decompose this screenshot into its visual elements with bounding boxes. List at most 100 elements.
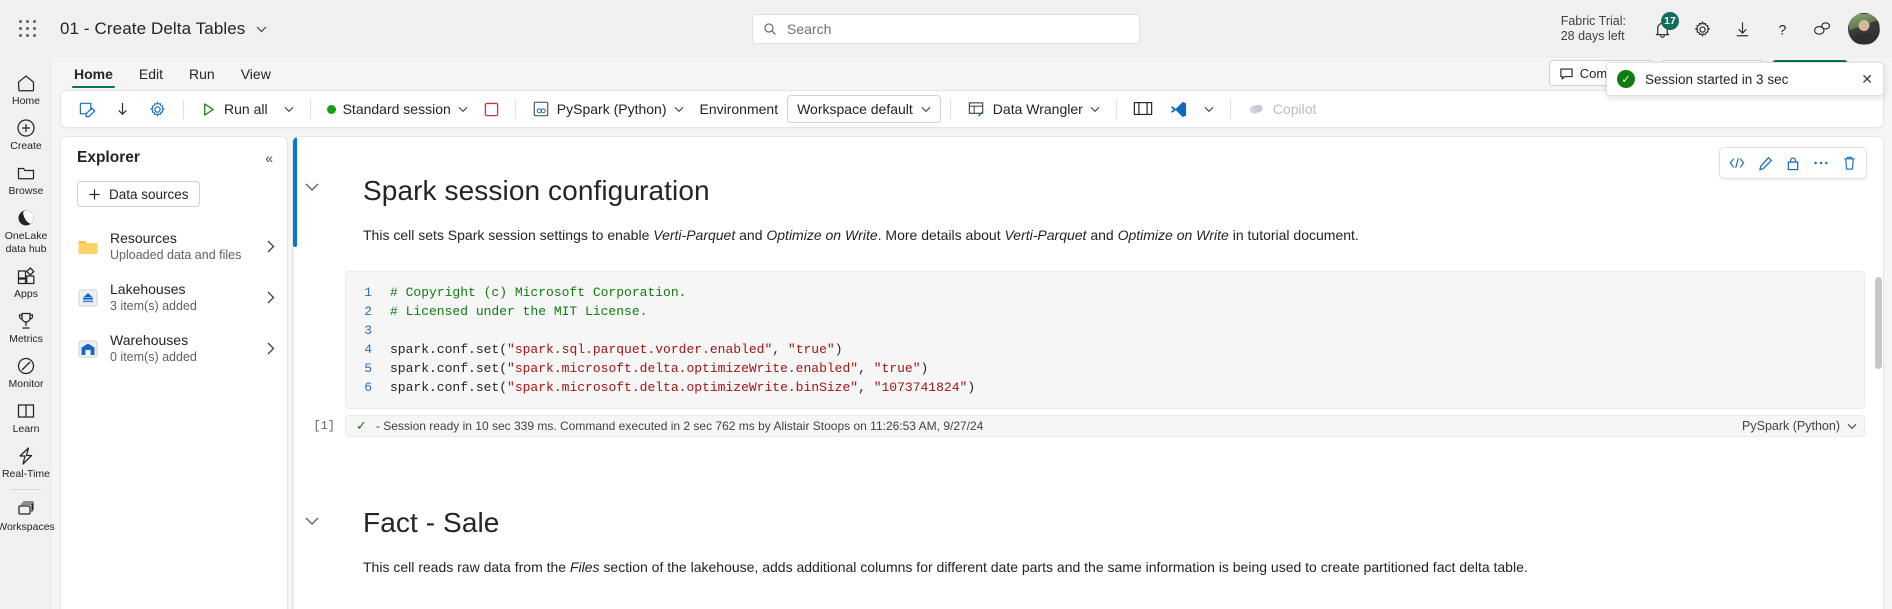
play-triangle-icon xyxy=(204,102,214,116)
chevron-right-icon[interactable] xyxy=(267,240,275,253)
rail-item-home[interactable]: Home xyxy=(0,66,52,111)
rail-item-learn[interactable]: Learn xyxy=(0,394,52,439)
toast-message: Session started in 3 sec xyxy=(1645,71,1789,87)
double-chevron-left-icon[interactable]: « xyxy=(265,150,273,166)
code-line-text: spark.conf.set("spark.sql.parquet.vorder… xyxy=(390,340,843,359)
download-icon[interactable] xyxy=(1722,9,1762,49)
app-launcher-icon[interactable] xyxy=(14,15,42,43)
help-question-icon[interactable]: ? xyxy=(1762,9,1802,49)
chevron-down-icon xyxy=(674,106,683,112)
code-token: ) xyxy=(834,342,843,357)
copilot-button[interactable]: Copilot xyxy=(1240,95,1324,123)
global-search[interactable] xyxy=(752,14,1140,44)
data-wrangler-button[interactable]: Data Wrangler xyxy=(960,95,1107,123)
markdown-block-2: Fact - Sale This cell reads raw data fro… xyxy=(293,497,1883,577)
code-token: "spark.sql.parquet.vorder.enabled" xyxy=(507,342,773,357)
explorer-item-warehouses[interactable]: Warehouses 0 item(s) added xyxy=(61,323,287,374)
tab-run[interactable]: Run xyxy=(177,64,227,88)
rail-item-monitor[interactable]: Monitor xyxy=(0,349,52,394)
rail-item-browse[interactable]: Browse xyxy=(0,156,52,201)
divider xyxy=(949,99,951,119)
cell-heading: Fact - Sale xyxy=(363,507,500,538)
close-x-icon[interactable]: ✕ xyxy=(1861,71,1873,88)
rail-label: Browse xyxy=(8,185,44,197)
explorer-item-title: Warehouses xyxy=(110,332,189,348)
add-data-sources-button[interactable]: Data sources xyxy=(77,181,200,207)
rail-item-onelake-data-hub[interactable]: OneLake data hub xyxy=(0,201,52,259)
chevron-right-icon[interactable] xyxy=(267,342,275,355)
rail-item-apps[interactable]: Apps xyxy=(0,259,52,304)
vertical-scrollbar-thumb[interactable] xyxy=(1875,277,1882,369)
avatar[interactable] xyxy=(1848,13,1880,45)
run-all-dropdown[interactable] xyxy=(277,95,301,123)
environment-button[interactable]: Environment xyxy=(693,95,786,123)
language-selector[interactable]: PySpark (Python) xyxy=(525,95,691,123)
cell-paragraph: This cell reads raw data from the Files … xyxy=(363,557,1883,577)
rail-item-workspaces[interactable]: Workspaces xyxy=(0,492,55,537)
apps-grid-icon xyxy=(17,267,35,285)
chevron-down-icon[interactable] xyxy=(305,183,319,192)
stop-session-button[interactable] xyxy=(477,95,506,123)
rail-item-metrics[interactable]: Metrics xyxy=(0,304,52,349)
tab-view[interactable]: View xyxy=(229,64,283,88)
layout-panel-button[interactable] xyxy=(1126,95,1160,123)
run-all-button[interactable]: Run all xyxy=(193,95,275,123)
cell-paragraph: This cell sets Spark session settings to… xyxy=(363,225,1883,245)
rail-item-create[interactable]: Create xyxy=(0,111,52,156)
tab-edit[interactable]: Edit xyxy=(127,64,175,88)
tab-home[interactable]: Home xyxy=(62,64,125,88)
folder-yellow-icon xyxy=(78,240,98,254)
emphasis-text: Files xyxy=(569,559,600,575)
code-editor[interactable]: 1 # Copyright (c) Microsoft Corporation. 2… xyxy=(345,271,1865,409)
output-status-bar: ✓ - Session ready in 10 sec 339 ms. Comm… xyxy=(345,415,1865,437)
plus-circle-icon xyxy=(17,119,35,137)
rail-label: OneLake xyxy=(4,230,48,242)
code-line-number: 6 xyxy=(364,380,372,395)
download-button[interactable] xyxy=(106,95,139,123)
explorer-item-resources[interactable]: Resources Uploaded data and files xyxy=(61,221,287,272)
vscode-button[interactable] xyxy=(1162,95,1195,123)
cell-gap xyxy=(293,437,1883,471)
code-line: 2 # Licensed under the MIT License. xyxy=(346,302,1864,321)
explorer-item-title: Lakehouses xyxy=(110,281,186,297)
code-box[interactable]: 1 # Copyright (c) Microsoft Corporation. 2… xyxy=(345,271,1865,409)
monitor-compass-icon xyxy=(17,357,35,375)
code-line-text: spark.conf.set("spark.microsoft.delta.op… xyxy=(390,359,928,378)
code-token: "true" xyxy=(873,361,921,376)
save-edit-icon xyxy=(79,102,96,117)
session-status-button[interactable]: Standard session xyxy=(320,95,475,123)
document-title-menu[interactable]: 01 - Create Delta Tables xyxy=(60,19,267,39)
search-input[interactable] xyxy=(785,20,1129,38)
rail-item-real-time[interactable]: Real-Time xyxy=(0,439,52,484)
kernel-selector[interactable]: PySpark (Python) xyxy=(1742,419,1857,433)
plain-text: This cell sets Spark session settings to… xyxy=(363,227,654,243)
success-check-icon: ✓ xyxy=(1617,70,1635,88)
vscode-icon xyxy=(1170,101,1186,117)
code-line-text: # Copyright (c) Microsoft Corporation. xyxy=(390,283,686,302)
settings-gear-icon[interactable] xyxy=(1682,9,1722,49)
emphasis-text: Verti-Parquet xyxy=(653,227,736,243)
vscode-dropdown[interactable] xyxy=(1197,95,1221,123)
divider xyxy=(1229,99,1231,119)
notification-bell-icon[interactable]: 17 xyxy=(1642,9,1682,49)
chevron-right-icon[interactable] xyxy=(267,291,275,304)
rail-label-2: data hub xyxy=(5,243,47,255)
top-bar-actions: Fabric Trial: 28 days left 17 ? xyxy=(1561,9,1892,49)
settings-button[interactable] xyxy=(141,95,174,123)
notebook-cell-2: Fact - Sale This cell reads raw data fro… xyxy=(293,471,1883,577)
chevron-down-icon xyxy=(1847,423,1857,429)
chevron-down-icon[interactable] xyxy=(305,517,319,526)
save-button[interactable] xyxy=(71,95,104,123)
workspaces-stack-icon xyxy=(18,501,34,515)
code-line-number: 5 xyxy=(364,361,372,376)
warehouse-icon xyxy=(78,340,98,357)
plus-icon xyxy=(89,188,100,200)
explorer-item-lakehouses[interactable]: Lakehouses 3 item(s) added xyxy=(61,272,287,323)
rail-label: Home xyxy=(11,95,40,107)
trial-status: Fabric Trial: 28 days left xyxy=(1561,14,1626,44)
code-token: spark.conf.set( xyxy=(390,380,508,395)
feedback-icon[interactable] xyxy=(1802,9,1842,49)
rail-label: Workspaces xyxy=(0,521,55,533)
workspace-default-dropdown[interactable]: Workspace default xyxy=(787,95,941,123)
notebook-cell-1: Spark session configuration This cell se… xyxy=(293,137,1883,437)
